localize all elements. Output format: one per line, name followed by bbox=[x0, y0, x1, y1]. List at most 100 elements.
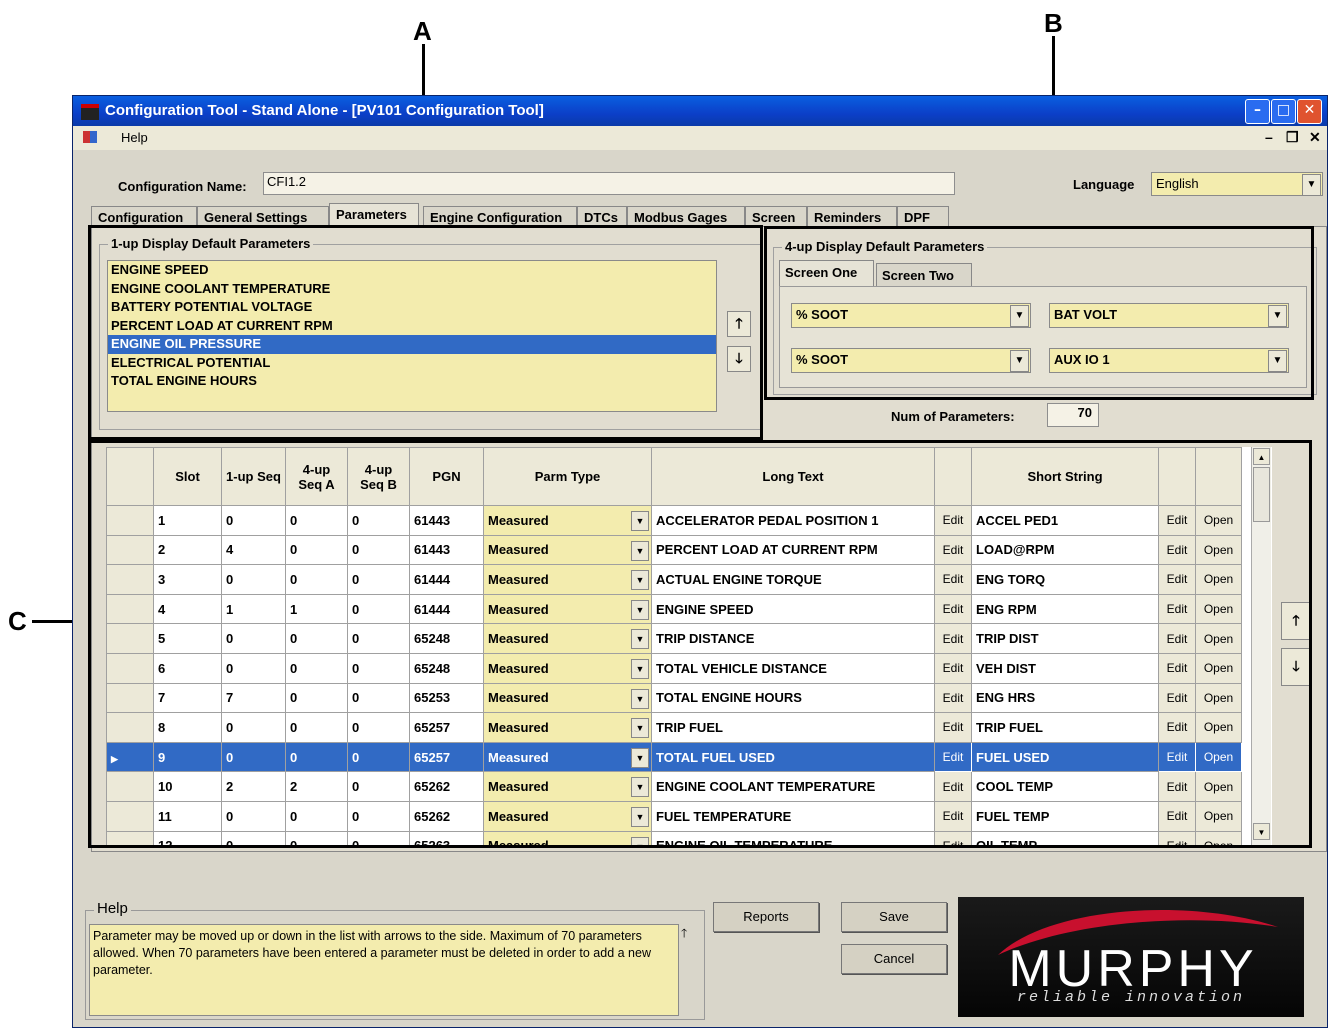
cell-parm-type[interactable]: Measured ▼ bbox=[483, 682, 652, 714]
short-string-edit-button[interactable]: Edit bbox=[1158, 712, 1196, 743]
tab-dpf[interactable]: DPF bbox=[897, 206, 949, 228]
short-string-open-button[interactable]: Open bbox=[1195, 771, 1242, 802]
cell-parm-type[interactable]: Measured ▼ bbox=[483, 652, 652, 684]
chevron-down-icon[interactable]: ▼ bbox=[631, 658, 649, 679]
table-row[interactable]: ▶ 9 0 0 0 65257 Measured ▼ TOTAL FUEL USED Edit FU… bbox=[106, 741, 1242, 773]
row-selector[interactable] bbox=[106, 712, 154, 743]
short-string-edit-button[interactable]: Edit bbox=[1158, 623, 1196, 654]
cancel-button[interactable]: Cancel bbox=[841, 944, 947, 974]
row-selector[interactable]: ▶ bbox=[106, 741, 154, 773]
short-string-open-button[interactable]: Open bbox=[1195, 534, 1242, 566]
short-string-open-button[interactable]: Open bbox=[1195, 712, 1242, 743]
col-4up-seq-a[interactable]: 4-up Seq A bbox=[285, 447, 348, 506]
long-text-edit-button[interactable]: Edit bbox=[934, 593, 972, 625]
table-row[interactable]: 12 0 0 0 65263 Measured ▼ ENGINE OIL TEMPERATUR… bbox=[106, 830, 1242, 845]
row-selector[interactable] bbox=[106, 623, 154, 654]
short-string-open-button[interactable]: Open bbox=[1195, 682, 1242, 714]
short-string-edit-button[interactable]: Edit bbox=[1158, 505, 1196, 536]
scroll-down-icon[interactable]: ▼ bbox=[1253, 823, 1270, 840]
cell-parm-type[interactable]: Measured ▼ bbox=[483, 623, 652, 654]
short-string-edit-button[interactable]: Edit bbox=[1158, 800, 1196, 832]
col-slot[interactable]: Slot bbox=[153, 447, 222, 506]
table-row[interactable]: 3 0 0 0 61444 Measured ▼ ACTUAL ENGINE TORQUE Ed… bbox=[106, 564, 1242, 595]
chevron-down-icon[interactable]: ▼ bbox=[631, 688, 649, 709]
short-string-open-button[interactable]: Open bbox=[1195, 800, 1242, 832]
row-selector[interactable] bbox=[106, 830, 154, 845]
close-icon[interactable]: ✕ bbox=[1297, 99, 1322, 124]
short-string-edit-button[interactable]: Edit bbox=[1158, 652, 1196, 684]
cell-parm-type[interactable]: Measured ▼ bbox=[483, 712, 652, 743]
row-selector[interactable] bbox=[106, 652, 154, 684]
cell-parm-type[interactable]: Measured ▼ bbox=[483, 830, 652, 845]
col-long-text[interactable]: Long Text bbox=[651, 447, 935, 506]
language-select[interactable]: English ▼ bbox=[1151, 172, 1323, 196]
short-string-open-button[interactable]: Open bbox=[1195, 741, 1242, 773]
col-4up-seq-b[interactable]: 4-up Seq B bbox=[347, 447, 410, 506]
chevron-down-icon[interactable]: ▼ bbox=[631, 747, 649, 768]
short-string-edit-button[interactable]: Edit bbox=[1158, 564, 1196, 595]
table-row[interactable]: 2 4 0 0 61443 Measured ▼ PERCENT LOAD AT CURREN… bbox=[106, 534, 1242, 566]
cell-parm-type[interactable]: Measured ▼ bbox=[483, 771, 652, 802]
menu-help[interactable]: Help bbox=[121, 130, 148, 145]
table-row[interactable]: 4 1 1 0 61444 Measured ▼ ENGINE SPEED Edit ENG RP… bbox=[106, 593, 1242, 625]
grid-scrollbar[interactable]: ▲ ▼ bbox=[1251, 447, 1271, 845]
chevron-down-icon[interactable]: ▼ bbox=[1302, 174, 1321, 196]
short-string-open-button[interactable]: Open bbox=[1195, 652, 1242, 684]
short-string-edit-button[interactable]: Edit bbox=[1158, 830, 1196, 845]
row-selector[interactable] bbox=[106, 534, 154, 566]
table-row[interactable]: 10 2 2 0 65262 Measured ▼ ENGINE COOLANT TEMPER… bbox=[106, 771, 1242, 802]
row-selector[interactable] bbox=[106, 771, 154, 802]
short-string-open-button[interactable]: Open bbox=[1195, 623, 1242, 654]
col-parm-type[interactable]: Parm Type bbox=[483, 447, 652, 506]
chevron-down-icon[interactable]: ▼ bbox=[631, 599, 649, 620]
table-row[interactable]: 8 0 0 0 65257 Measured ▼ TRIP FUEL Edit TRIP FUEL… bbox=[106, 712, 1242, 743]
short-string-open-button[interactable]: Open bbox=[1195, 564, 1242, 595]
row-selector[interactable] bbox=[106, 505, 154, 536]
row-selector[interactable] bbox=[106, 800, 154, 832]
mdi-restore-icon[interactable]: ❐ bbox=[1286, 129, 1299, 146]
long-text-edit-button[interactable]: Edit bbox=[934, 830, 972, 845]
long-text-edit-button[interactable]: Edit bbox=[934, 771, 972, 802]
mdi-minimize-icon[interactable]: – bbox=[1265, 129, 1273, 145]
maximize-icon[interactable]: □ bbox=[1271, 99, 1296, 124]
long-text-edit-button[interactable]: Edit bbox=[934, 682, 972, 714]
cell-parm-type[interactable]: Measured ▼ bbox=[483, 800, 652, 832]
save-button[interactable]: Save bbox=[841, 902, 947, 932]
long-text-edit-button[interactable]: Edit bbox=[934, 712, 972, 743]
long-text-edit-button[interactable]: Edit bbox=[934, 534, 972, 566]
short-string-edit-button[interactable]: Edit bbox=[1158, 741, 1196, 773]
long-text-edit-button[interactable]: Edit bbox=[934, 741, 972, 773]
cell-parm-type[interactable]: Measured ▼ bbox=[483, 593, 652, 625]
tab-reminders[interactable]: Reminders bbox=[807, 206, 897, 228]
table-row[interactable]: 5 0 0 0 65248 Measured ▼ TRIP DISTANCE Edit TRIP … bbox=[106, 623, 1242, 654]
scroll-thumb[interactable] bbox=[1253, 467, 1270, 522]
table-row[interactable]: 7 7 0 0 65253 Measured ▼ TOTAL ENGINE HOURS Edit… bbox=[106, 682, 1242, 714]
row-selector[interactable] bbox=[106, 593, 154, 625]
long-text-edit-button[interactable]: Edit bbox=[934, 623, 972, 654]
short-string-open-button[interactable]: Open bbox=[1195, 593, 1242, 625]
short-string-open-button[interactable]: Open bbox=[1195, 830, 1242, 845]
cell-parm-type[interactable]: Measured ▼ bbox=[483, 505, 652, 536]
chevron-down-icon[interactable]: ▼ bbox=[631, 718, 649, 739]
table-row[interactable]: 1 0 0 0 61443 Measured ▼ ACCELERATOR PEDAL POSI… bbox=[106, 505, 1242, 536]
col-pgn[interactable]: PGN bbox=[409, 447, 484, 506]
chevron-down-icon[interactable]: ▼ bbox=[631, 570, 649, 591]
short-string-edit-button[interactable]: Edit bbox=[1158, 682, 1196, 714]
cell-parm-type[interactable]: Measured ▼ bbox=[483, 741, 652, 773]
reports-button[interactable]: Reports bbox=[713, 902, 819, 932]
chevron-down-icon[interactable]: ▼ bbox=[631, 540, 649, 561]
config-name-field[interactable]: CFI1.2 bbox=[263, 172, 955, 195]
long-text-edit-button[interactable]: Edit bbox=[934, 652, 972, 684]
cell-parm-type[interactable]: Measured ▼ bbox=[483, 564, 652, 595]
short-string-edit-button[interactable]: Edit bbox=[1158, 534, 1196, 566]
col-short-string[interactable]: Short String bbox=[971, 447, 1159, 506]
table-row[interactable]: 6 0 0 0 65248 Measured ▼ TOTAL VEHICLE DISTANCE… bbox=[106, 652, 1242, 684]
long-text-edit-button[interactable]: Edit bbox=[934, 564, 972, 595]
minimize-icon[interactable]: – bbox=[1245, 99, 1270, 124]
chevron-down-icon[interactable]: ▼ bbox=[631, 806, 649, 827]
table-row[interactable]: 11 0 0 0 65262 Measured ▼ FUEL TEMPERATURE Edit F… bbox=[106, 800, 1242, 832]
chevron-down-icon[interactable]: ▼ bbox=[631, 836, 649, 845]
mdi-close-icon[interactable]: ✕ bbox=[1309, 129, 1321, 146]
long-text-edit-button[interactable]: Edit bbox=[934, 800, 972, 832]
scroll-up-icon[interactable]: ▲ bbox=[1253, 448, 1270, 465]
